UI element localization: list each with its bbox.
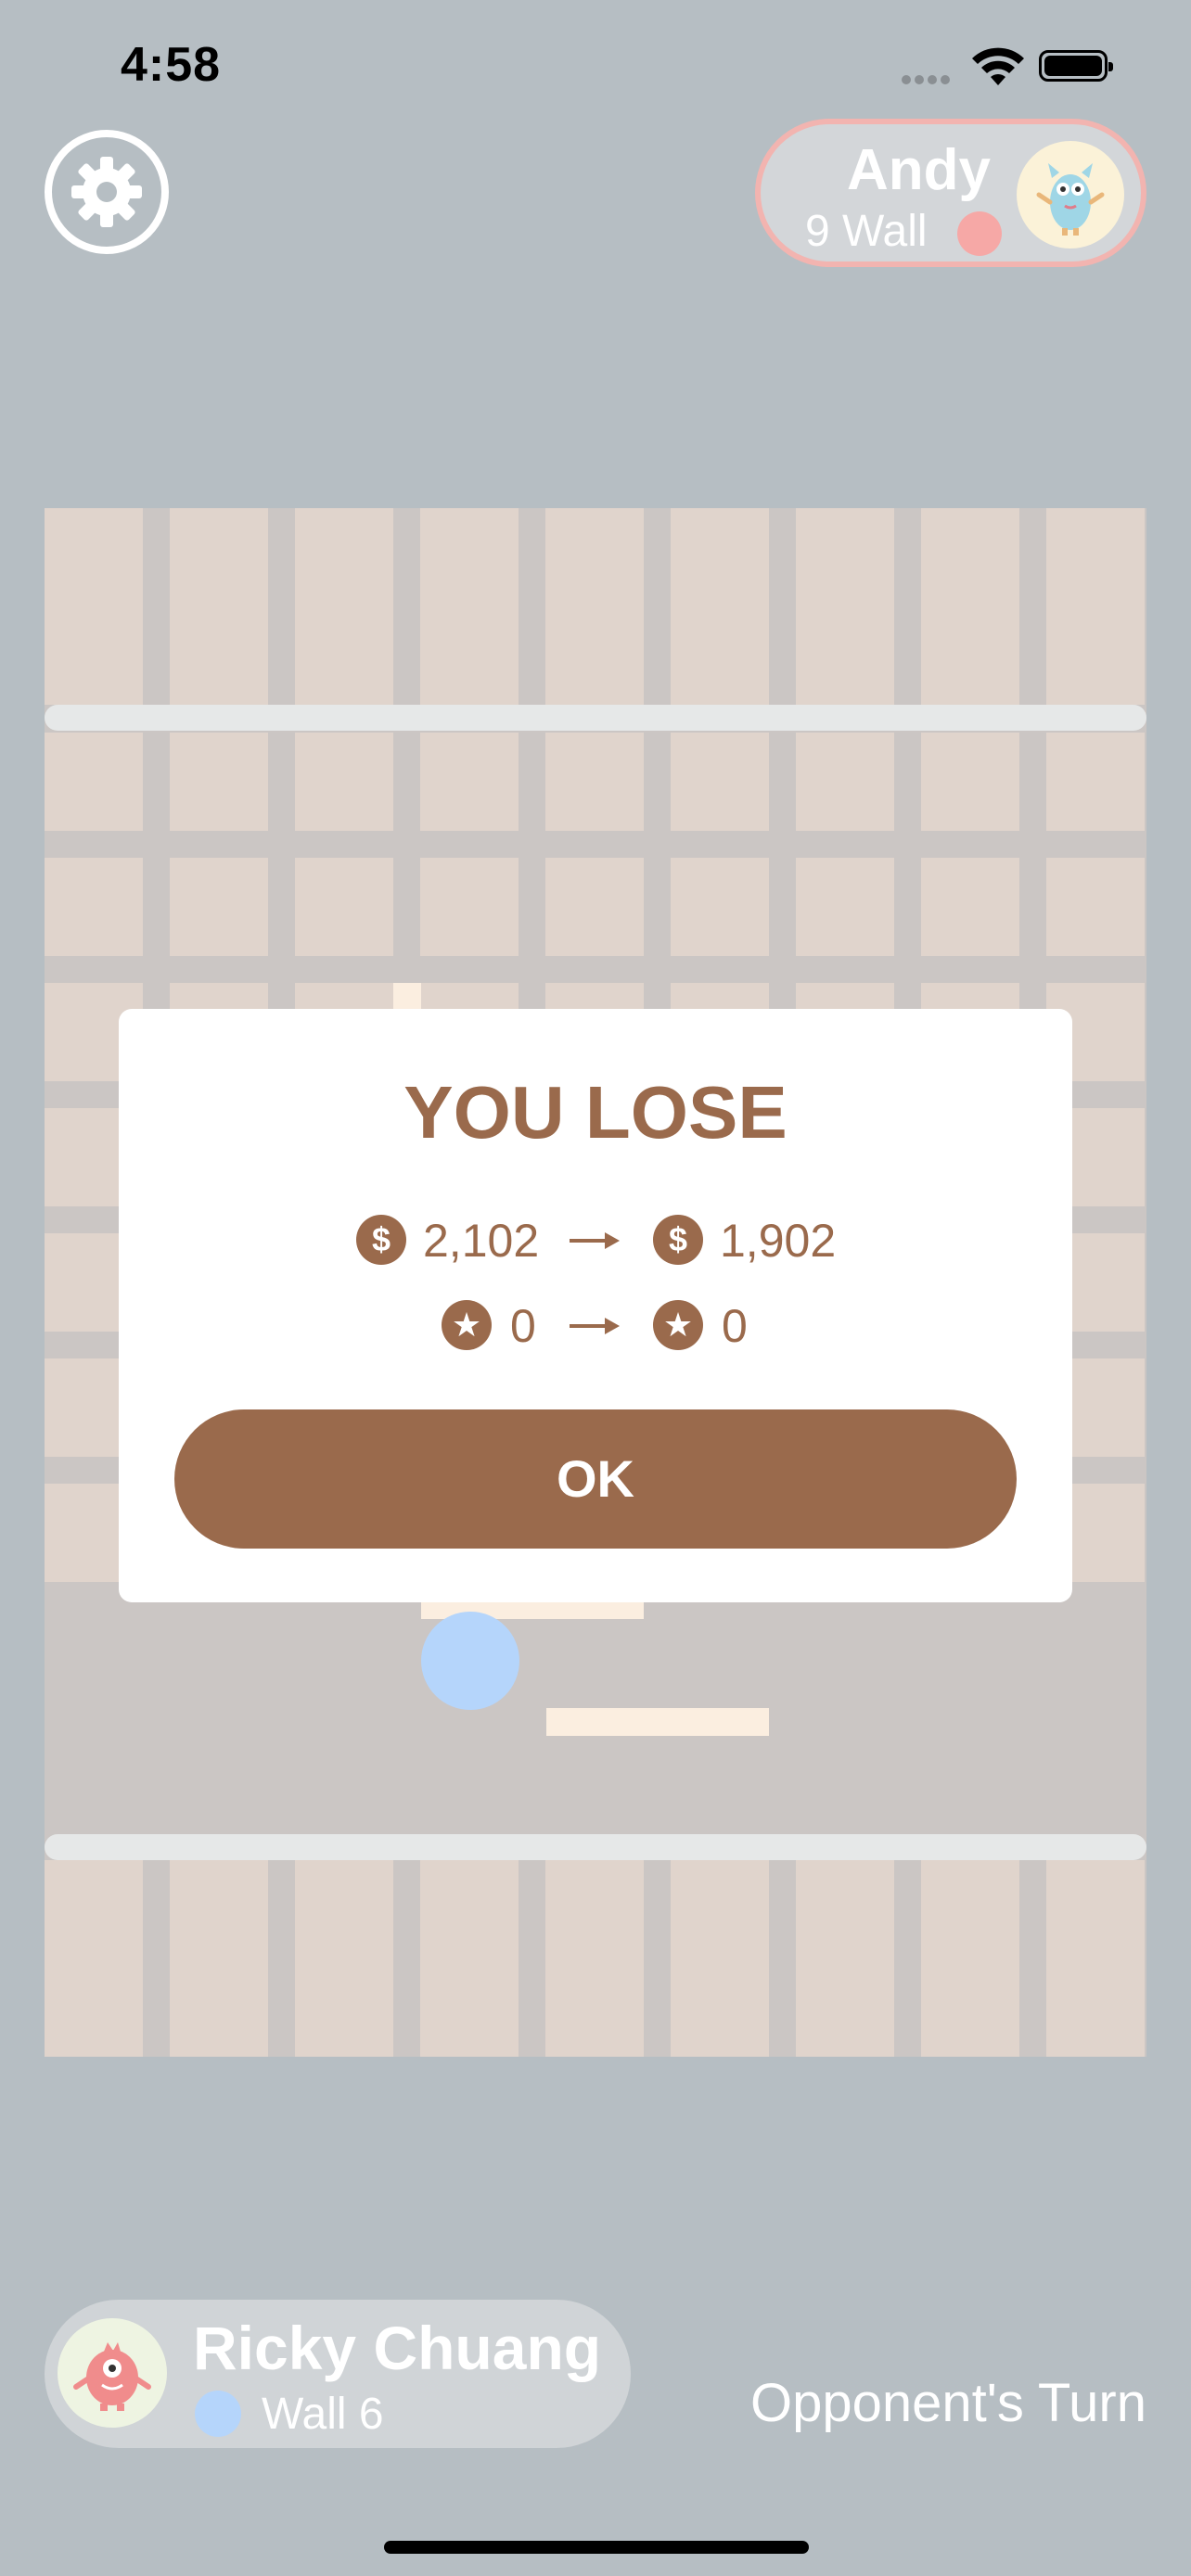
board-cell[interactable] [295,733,393,831]
board-cell[interactable] [921,1860,1019,2057]
board-cell[interactable] [420,858,519,956]
board-cell[interactable] [170,508,268,705]
player-avatar [58,2318,167,2428]
star-icon: ★ [442,1300,492,1350]
board-cell[interactable] [295,1860,393,2057]
board-cell[interactable] [671,858,769,956]
board-cell[interactable] [671,1860,769,2057]
status-time: 4:58 [121,38,222,92]
placed-wall [546,1708,769,1736]
result-title: YOU LOSE [403,1071,788,1154]
blue-monster-icon [1036,163,1105,236]
coin-icon: $ [356,1215,406,1265]
board-cell[interactable] [671,733,769,831]
coins-before: 2,102 [423,1215,540,1267]
gear-icon [71,157,142,227]
opponent-name: Andy [847,138,991,202]
board-cell[interactable] [671,508,769,705]
opponent-walls-label: 9 Wall [805,207,928,256]
settings-button[interactable] [45,130,169,254]
board-cell[interactable] [420,508,519,705]
stars-before: 0 [510,1300,536,1352]
goal-line [45,705,1146,731]
star-icon: ★ [653,1300,703,1350]
battery-icon [1039,50,1113,82]
board-cell[interactable] [420,1860,519,2057]
board-cell[interactable] [45,1860,143,2057]
player-pawn[interactable] [421,1612,519,1710]
opponent-info: Andy 9 Wall [755,119,1146,267]
board-cell[interactable] [170,733,268,831]
opponent-avatar [1017,141,1124,249]
turn-indicator: Opponent's Turn [749,2373,1146,2433]
board-cell[interactable] [1046,508,1145,705]
coin-icon: $ [653,1215,703,1265]
board-cell[interactable] [45,858,143,956]
board-cell[interactable] [796,1860,894,2057]
board-cell[interactable] [796,858,894,956]
arrow-right-icon [570,1318,620,1334]
board-cell[interactable] [921,508,1019,705]
board-cell[interactable] [921,733,1019,831]
board-cell[interactable] [420,733,519,831]
board-cell[interactable] [545,858,644,956]
goal-line [45,1834,1146,1860]
board-cell[interactable] [1046,858,1145,956]
ok-button[interactable]: OK [174,1409,1017,1549]
player-walls-label: Wall 6 [262,2390,384,2439]
board-cell[interactable] [295,508,393,705]
opponent-color-dot [957,211,1002,256]
player-info: Ricky Chuang Wall 6 [45,2300,631,2448]
player-color-dot [195,2391,241,2437]
home-indicator[interactable] [384,2541,809,2554]
board-cell[interactable] [170,858,268,956]
arrow-right-icon [570,1232,620,1249]
board-cell[interactable] [796,733,894,831]
pink-monster-icon [73,2342,151,2411]
board-cell[interactable] [796,508,894,705]
board-cell[interactable] [545,1860,644,2057]
board-cell[interactable] [45,733,143,831]
board-cell[interactable] [545,733,644,831]
wifi-icon [972,47,1024,85]
board-cell[interactable] [921,858,1019,956]
stars-after: 0 [722,1300,748,1352]
result-modal: YOU LOSE $ 2,102 $ 1,902 ★ 0 ★ 0 OK [119,1009,1072,1602]
board-cell[interactable] [1046,733,1145,831]
cellular-signal-icon [902,72,954,89]
coins-after: 1,902 [720,1215,837,1267]
board-cell[interactable] [1046,1860,1145,2057]
player-name: Ricky Chuang [193,2314,602,2382]
board-cell[interactable] [45,508,143,705]
board-cell[interactable] [170,1860,268,2057]
board-cell[interactable] [545,508,644,705]
board-cell[interactable] [295,858,393,956]
